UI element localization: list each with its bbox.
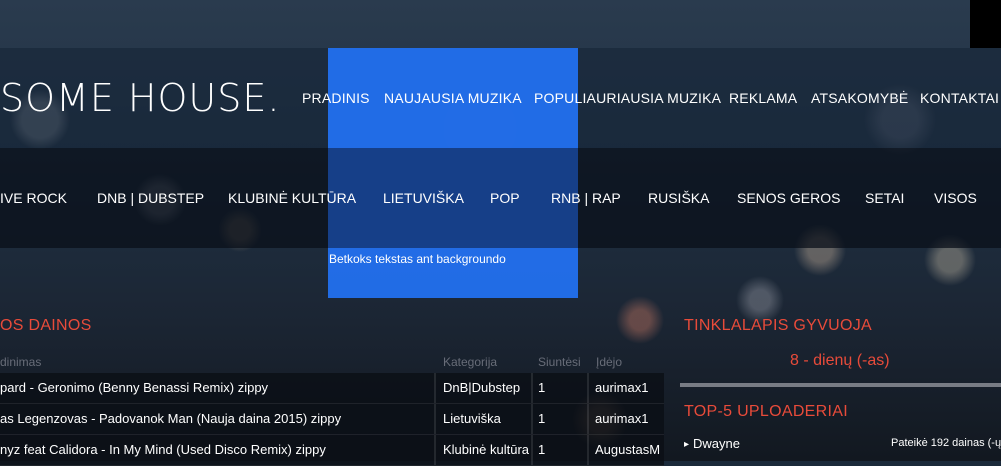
nav-populiauriausia-muzika[interactable]: POPULIAURIAUSIA MUZIKA: [534, 90, 721, 106]
list-item[interactable]: ▸ Dwayne Pateikė 192 dainas (-ų): [684, 436, 1001, 456]
column-divider: [587, 404, 589, 434]
category-dnb-dubstep[interactable]: DNB | DUBSTEP: [97, 190, 204, 206]
column-divider: [587, 373, 589, 403]
table-row[interactable]: nyz feat Calidora - In My Mind (Used Dis…: [0, 435, 664, 466]
top-right-black-block: [970, 0, 1001, 48]
column-divider: [531, 404, 533, 434]
song-name[interactable]: as Legenzovas - Padovanok Man (Nauja dai…: [0, 411, 341, 426]
blue-box-text: Betkoks tekstas ant backgroundo: [329, 252, 506, 266]
song-uploader[interactable]: aurimax1: [595, 411, 648, 426]
song-category: Klubinė kultūra: [443, 442, 529, 457]
column-header-downloads: Siuntėsi: [538, 355, 581, 369]
site-alive-title: TINKLALAPIS GYVUOJA: [684, 317, 872, 334]
uploader-count: Pateikė 192 dainas (-ų): [891, 437, 1001, 449]
column-header-uploader: Įdėjo: [596, 355, 623, 369]
top5-uploaders-title: TOP-5 UPLOADERIAI: [684, 403, 848, 420]
song-uploader[interactable]: AugustasM: [595, 442, 660, 457]
category-lietuviska[interactable]: LIETUVIŠKA: [383, 190, 464, 206]
song-downloads: 1: [538, 380, 546, 395]
category-klubine-kultura[interactable]: KLUBINĖ KULTŪRA: [228, 190, 356, 206]
category-rusiska[interactable]: RUSIŠKA: [648, 190, 709, 206]
songs-section-title: OS DAINOS: [0, 317, 92, 334]
nav-reklama[interactable]: REKLAMA: [729, 90, 797, 106]
nav-kontaktai[interactable]: KONTAKTAI: [920, 90, 999, 106]
site-logo[interactable]: SOME HOUSE.: [0, 76, 280, 120]
category-senos-geros[interactable]: SENOS GEROS: [737, 190, 840, 206]
song-category: Lietuviška: [443, 411, 501, 426]
column-header-name: dinimas: [0, 355, 42, 369]
column-divider: [531, 373, 533, 403]
song-uploader[interactable]: aurimax1: [595, 380, 648, 395]
table-row[interactable]: pard - Geronimo (Benny Benassi Remix) zi…: [0, 373, 664, 404]
category-live-rock[interactable]: IVE ROCK: [0, 190, 67, 206]
sidebar-divider: [680, 383, 1001, 387]
site-alive-counter: 8 - dienų (-as): [790, 352, 890, 369]
nav-naujausia-muzika[interactable]: NAUJAUSIA MUZIKA: [384, 90, 522, 106]
song-category: DnB|Dubstep: [443, 380, 521, 395]
chevron-right-icon: ▸: [684, 439, 690, 450]
category-pop[interactable]: POP: [490, 190, 520, 206]
song-downloads: 1: [538, 442, 546, 457]
category-rnb-rap[interactable]: RNB | RAP: [551, 190, 621, 206]
nav-atsakomybe[interactable]: ATSAKOMYBĖ: [811, 90, 908, 106]
column-divider: [434, 404, 436, 434]
table-row[interactable]: as Legenzovas - Padovanok Man (Nauja dai…: [0, 404, 664, 435]
column-header-category: Kategorija: [443, 355, 498, 369]
column-divider: [434, 373, 436, 403]
nav-pradinis[interactable]: PRADINIS: [302, 90, 370, 106]
category-visos[interactable]: VISOS: [934, 190, 977, 206]
song-downloads: 1: [538, 411, 546, 426]
category-setai[interactable]: SETAI: [865, 190, 904, 206]
song-name[interactable]: nyz feat Calidora - In My Mind (Used Dis…: [0, 442, 326, 457]
uploader-name[interactable]: Dwayne: [693, 436, 740, 451]
song-name[interactable]: pard - Geronimo (Benny Benassi Remix) zi…: [0, 380, 268, 395]
